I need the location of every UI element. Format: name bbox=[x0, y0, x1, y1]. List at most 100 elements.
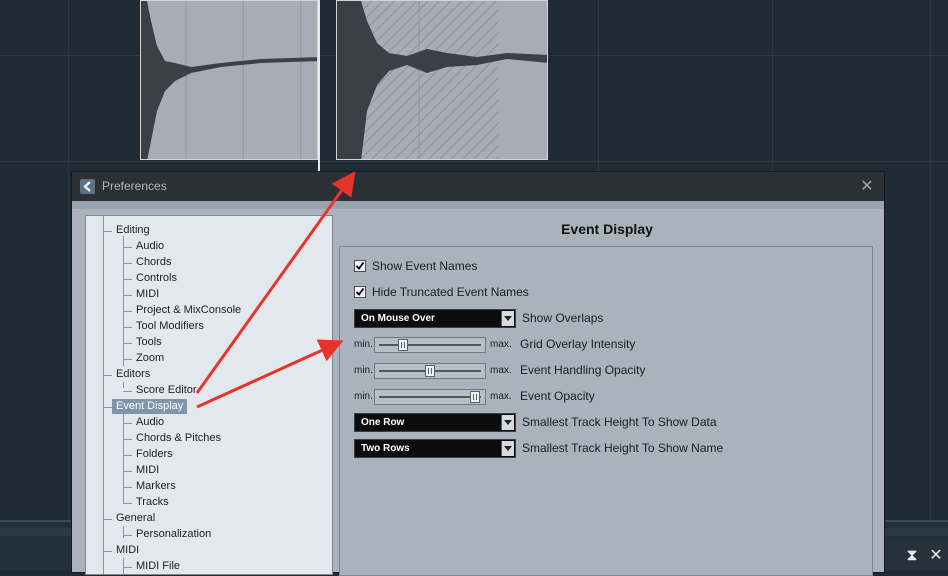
tree-item-midi[interactable]: MIDI bbox=[136, 287, 159, 302]
tree-item-score-editor[interactable]: Score Editor bbox=[136, 383, 197, 398]
tree-connector bbox=[123, 423, 132, 424]
event-handling-row: min. max. Event Handling Opacity bbox=[354, 361, 754, 381]
tree-connector bbox=[103, 519, 112, 520]
dialog-title: Preferences bbox=[102, 179, 167, 193]
slider-max-label: max. bbox=[490, 339, 512, 350]
tree-item-event-display[interactable]: Event Display bbox=[112, 399, 188, 414]
slider-handle[interactable] bbox=[470, 391, 480, 403]
chevron-down-icon bbox=[501, 311, 514, 326]
tree-connector bbox=[123, 311, 132, 312]
tree-item-markers[interactable]: Markers bbox=[136, 479, 176, 494]
chevron-down-icon bbox=[501, 441, 514, 456]
dialog-titlebar[interactable]: Preferences ✕ bbox=[72, 172, 884, 201]
tree-connector bbox=[123, 295, 132, 296]
tree-connector bbox=[123, 279, 132, 280]
tree-connector bbox=[123, 455, 132, 456]
tree-connector bbox=[123, 526, 124, 538]
audio-event-left[interactable] bbox=[140, 0, 318, 160]
tree-item-controls[interactable]: Controls bbox=[136, 271, 177, 286]
preferences-dialog: Preferences ✕ Editing Audio Chords Controls… bbox=[72, 172, 884, 576]
tree-connector bbox=[123, 327, 132, 328]
waveform-right bbox=[337, 1, 547, 159]
zoom-fit-icon[interactable]: ⧗ bbox=[902, 545, 922, 565]
tree-connector bbox=[103, 231, 112, 232]
event-opacity-label: Event Opacity bbox=[520, 389, 595, 403]
tree-connector bbox=[103, 551, 112, 552]
tree-connector bbox=[123, 439, 132, 440]
page-title: Event Display bbox=[561, 221, 653, 237]
event-handling-slider[interactable] bbox=[374, 363, 486, 379]
slider-min-label: min. bbox=[354, 339, 373, 350]
show-event-names-checkbox[interactable] bbox=[354, 260, 366, 272]
tree-item-editing[interactable]: Editing bbox=[116, 223, 150, 238]
tree-item-midi-file[interactable]: MIDI File bbox=[136, 559, 180, 574]
hide-truncated-row: Hide Truncated Event Names bbox=[354, 283, 654, 303]
hide-truncated-checkbox[interactable] bbox=[354, 286, 366, 298]
tree-item-personalization[interactable]: Personalization bbox=[136, 527, 211, 542]
show-overlaps-row: On Mouse Over Show Overlaps bbox=[354, 309, 754, 329]
smallest-name-dropdown[interactable]: Two Rows bbox=[354, 439, 516, 458]
tree-connector bbox=[123, 471, 132, 472]
smallest-data-dropdown[interactable]: One Row bbox=[354, 413, 516, 432]
tree-connector bbox=[103, 375, 112, 376]
close-icon[interactable]: ✕ bbox=[858, 177, 876, 195]
tree-connector bbox=[103, 407, 112, 408]
show-overlaps-label: Show Overlaps bbox=[522, 311, 604, 325]
dropdown-value: Two Rows bbox=[361, 443, 410, 454]
show-event-names-row: Show Event Names bbox=[354, 257, 654, 277]
event-display-settings: Show Event Names Hide Truncated Event Na… bbox=[339, 246, 873, 576]
tree-connector bbox=[103, 216, 104, 574]
tree-item-midi[interactable]: MIDI bbox=[136, 463, 159, 478]
smallest-data-row: One Row Smallest Track Height To Show Da… bbox=[354, 413, 774, 433]
slider-min-label: min. bbox=[354, 365, 373, 376]
tree-item-audio[interactable]: Audio bbox=[136, 415, 164, 430]
tree-item-chords-pitches[interactable]: Chords & Pitches bbox=[136, 431, 221, 446]
audio-event-right[interactable] bbox=[336, 0, 548, 160]
smallest-name-row: Two Rows Smallest Track Height To Show N… bbox=[354, 439, 774, 459]
tree-connector bbox=[123, 414, 124, 504]
show-event-names-label: Show Event Names bbox=[372, 259, 478, 273]
waveform-left bbox=[141, 1, 317, 159]
tree-connector bbox=[123, 391, 132, 392]
preferences-tree: Editing Audio Chords Controls MIDI Project & … bbox=[85, 215, 333, 575]
slider-handle[interactable] bbox=[425, 365, 435, 377]
dialog-body: Editing Audio Chords Controls MIDI Project & … bbox=[72, 201, 884, 576]
tree-item-general[interactable]: General bbox=[116, 511, 155, 526]
grid-overlay-slider[interactable] bbox=[374, 337, 486, 353]
show-overlaps-dropdown[interactable]: On Mouse Over bbox=[354, 309, 516, 328]
smallest-name-label: Smallest Track Height To Show Name bbox=[522, 441, 724, 455]
tree-connector bbox=[123, 263, 132, 264]
hide-truncated-label: Hide Truncated Event Names bbox=[372, 285, 529, 299]
grid-overlay-label: Grid Overlay Intensity bbox=[520, 337, 636, 351]
tree-item-zoom[interactable]: Zoom bbox=[136, 351, 164, 366]
tree-item-tracks[interactable]: Tracks bbox=[136, 495, 169, 510]
event-opacity-slider[interactable] bbox=[374, 389, 486, 405]
event-handling-label: Event Handling Opacity bbox=[520, 363, 646, 377]
tree-connector bbox=[123, 535, 132, 536]
grid-overlay-row: min. max. Grid Overlay Intensity bbox=[354, 335, 754, 355]
chevron-down-icon bbox=[501, 415, 514, 430]
dialog-top-strip bbox=[72, 201, 884, 209]
tree-connector bbox=[123, 236, 124, 366]
event-opacity-row: min. max. Event Opacity bbox=[354, 387, 754, 407]
slider-min-label: min. bbox=[354, 391, 373, 402]
tree-item-folders[interactable]: Folders bbox=[136, 447, 173, 462]
dropdown-value: One Row bbox=[361, 417, 405, 428]
dropdown-value: On Mouse Over bbox=[361, 313, 435, 324]
close-icon[interactable]: ✕ bbox=[926, 545, 946, 565]
tree-connector bbox=[123, 503, 132, 504]
tree-item-audio[interactable]: Audio bbox=[136, 239, 164, 254]
tree-connector bbox=[123, 382, 124, 388]
tree-item-tool-modifiers[interactable]: Tool Modifiers bbox=[136, 319, 204, 334]
tree-item-project-mixconsole[interactable]: Project & MixConsole bbox=[136, 303, 241, 318]
tree-item-tools[interactable]: Tools bbox=[136, 335, 162, 350]
tree-item-editors[interactable]: Editors bbox=[116, 367, 150, 382]
tree-item-chords[interactable]: Chords bbox=[136, 255, 171, 270]
slider-max-label: max. bbox=[490, 391, 512, 402]
cubase-logo-icon bbox=[80, 179, 95, 194]
playhead-cursor[interactable] bbox=[318, 0, 320, 175]
tree-item-midi[interactable]: MIDI bbox=[116, 543, 139, 558]
slider-handle[interactable] bbox=[398, 339, 408, 351]
smallest-data-label: Smallest Track Height To Show Data bbox=[522, 415, 717, 429]
slider-max-label: max. bbox=[490, 365, 512, 376]
